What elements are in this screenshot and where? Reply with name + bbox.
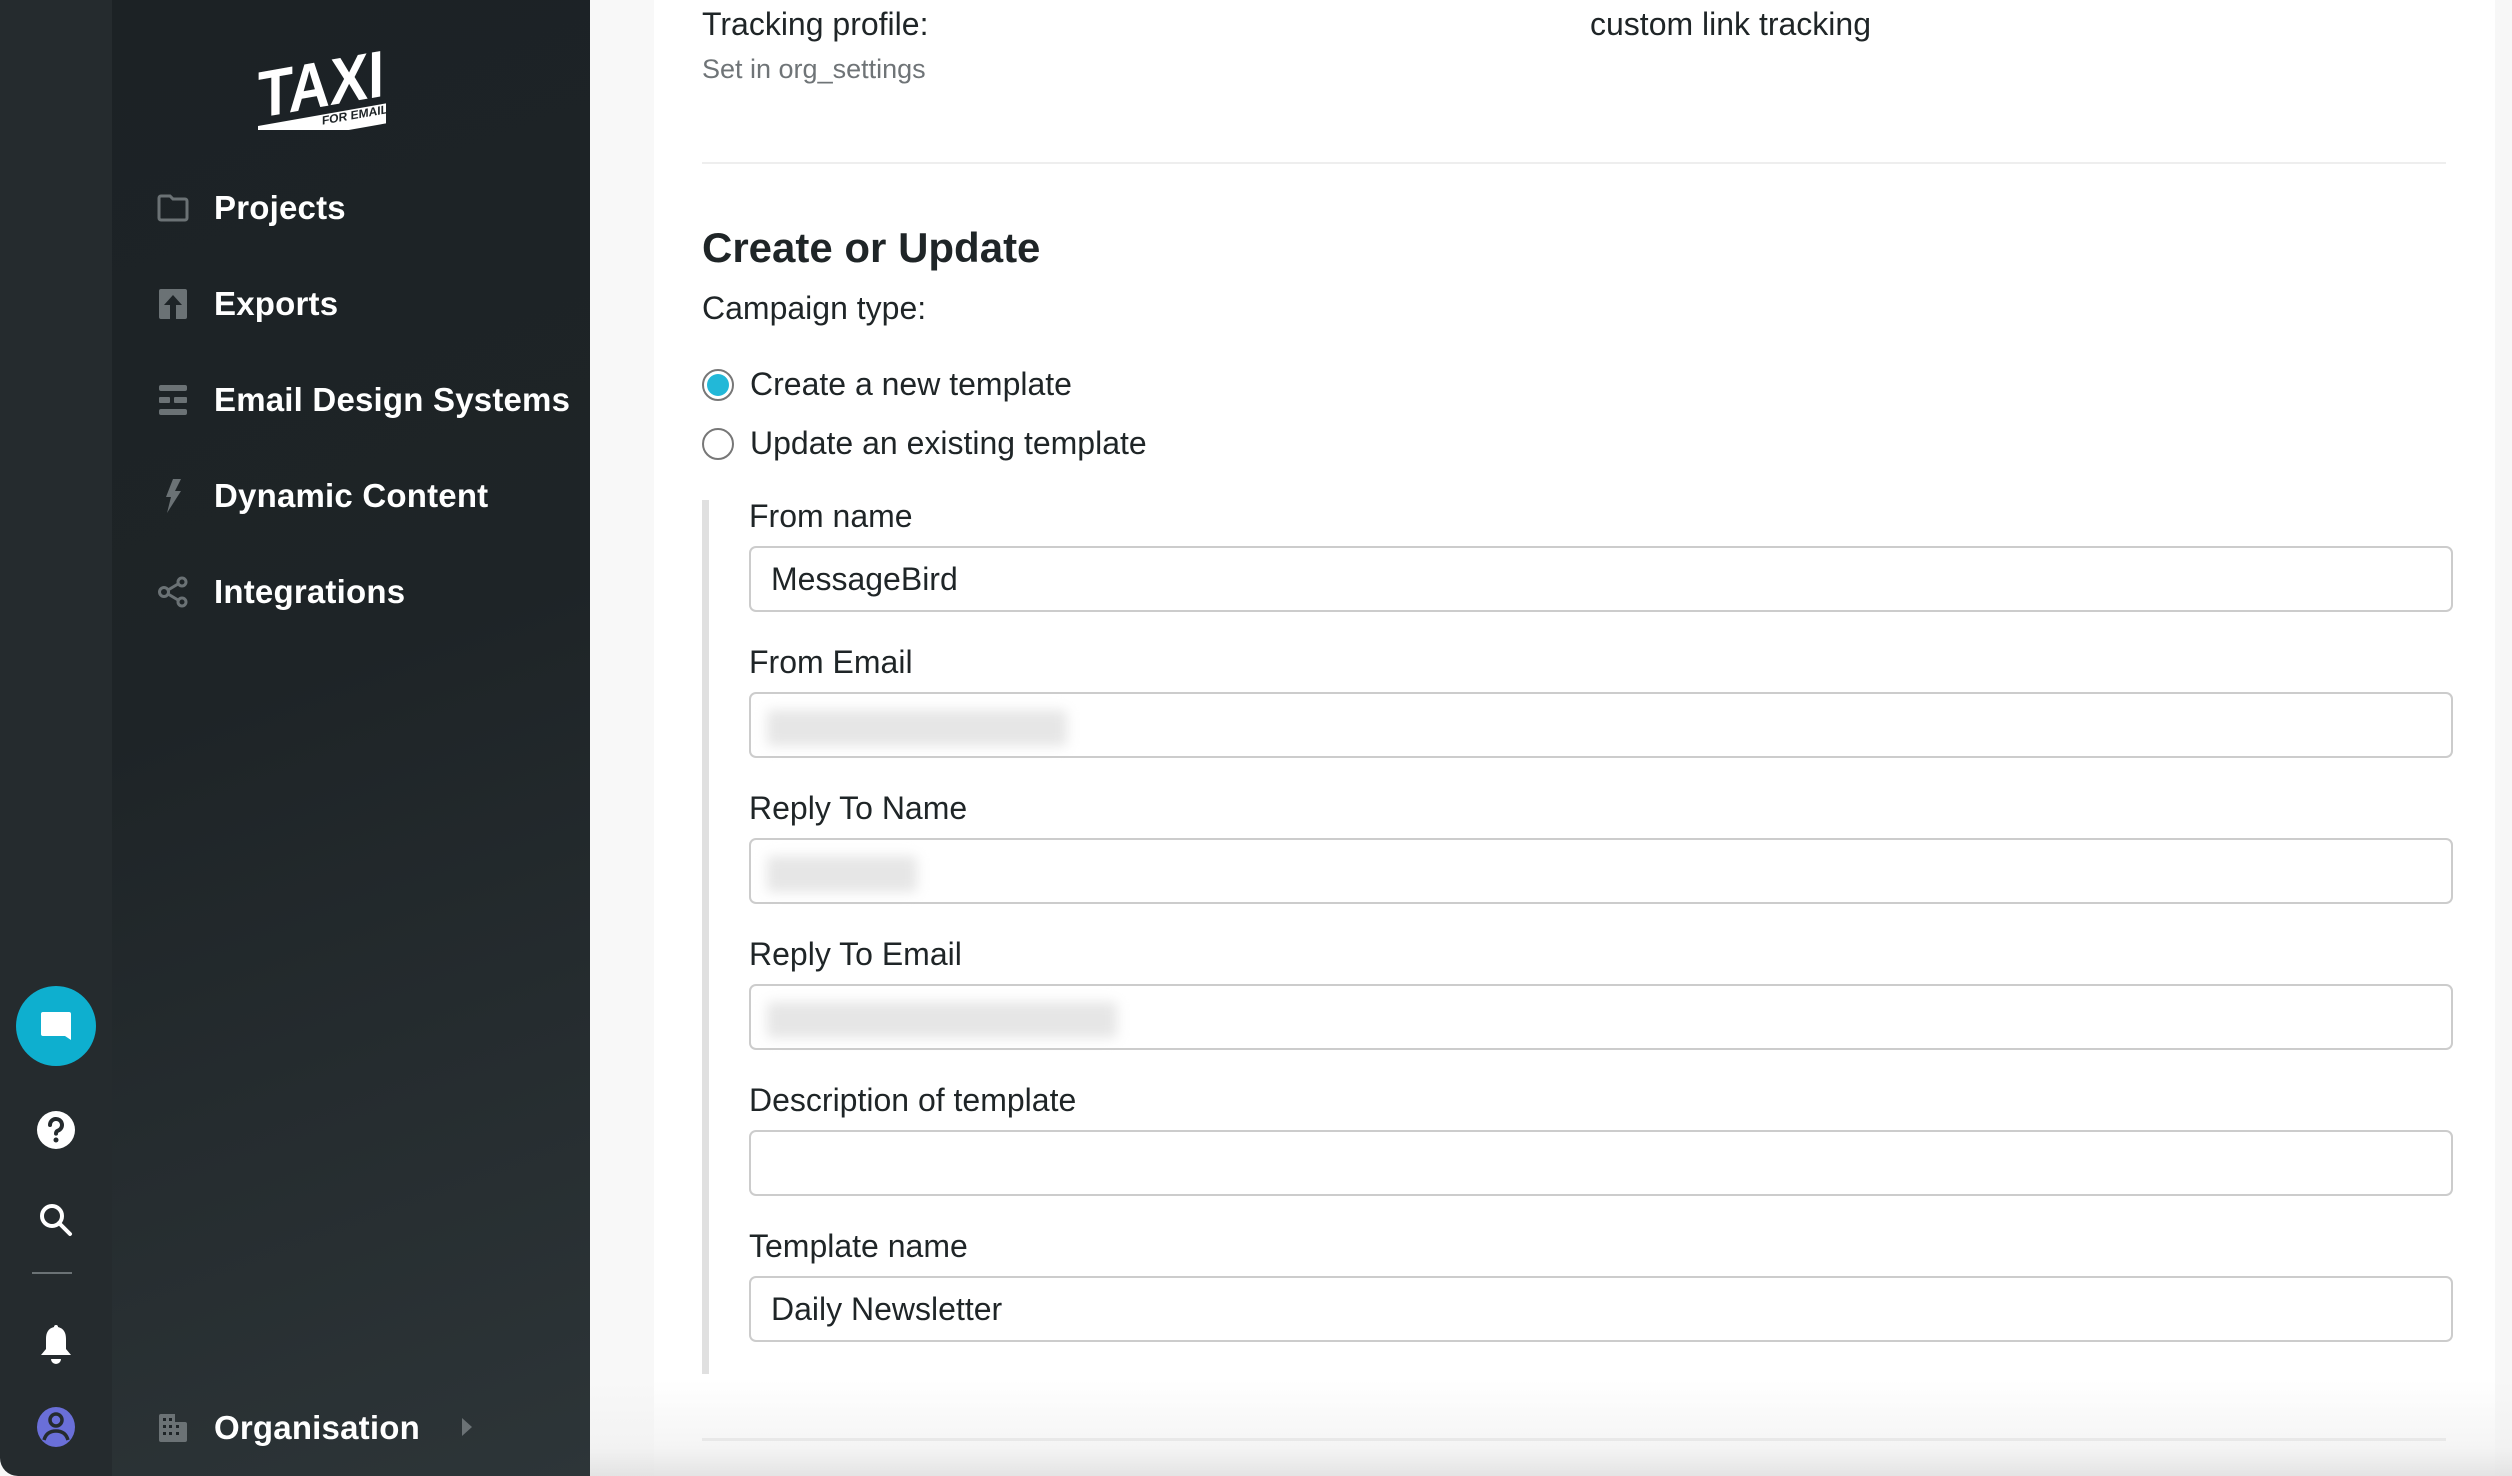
scrollbar-track[interactable] <box>2495 0 2512 1476</box>
from-name-input[interactable] <box>749 546 2453 612</box>
help-button[interactable] <box>0 1100 112 1160</box>
icon-rail <box>0 0 112 1476</box>
template-name-input[interactable] <box>749 1276 2453 1342</box>
search-button[interactable] <box>0 1190 112 1250</box>
description-input[interactable] <box>749 1130 2453 1196</box>
sidebar-item-organisation[interactable]: Organisation <box>156 1396 576 1460</box>
radio-label: Create a new template <box>750 366 1072 402</box>
sidebar-item-label: Integrations <box>214 573 406 610</box>
share-icon <box>156 575 190 609</box>
sidebar-item-label: Exports <box>214 285 339 322</box>
building-icon <box>156 1411 190 1445</box>
redacted-value <box>767 1002 1117 1038</box>
lightning-icon <box>156 479 190 513</box>
description-label: Description of template <box>749 1082 1077 1118</box>
section-divider <box>702 162 2446 164</box>
chat-icon <box>16 986 96 1066</box>
radio-button[interactable] <box>702 368 734 401</box>
sidebar: TAXI FOR EMAIL Projects Exports Email De… <box>112 0 590 1476</box>
taxi-logo[interactable]: TAXI FOR EMAIL <box>258 30 388 146</box>
sidebar-item-label: Organisation <box>214 1409 420 1446</box>
design-system-icon <box>156 383 190 417</box>
from-name-label: From name <box>749 498 913 534</box>
radio-update-existing-template[interactable]: Update an existing template <box>702 425 1147 462</box>
radio-create-new-template[interactable]: Create a new template <box>702 366 1072 403</box>
tracking-profile-label: Tracking profile: <box>702 6 929 42</box>
tracking-profile-value: custom link tracking <box>1590 6 1871 42</box>
radio-label: Update an existing template <box>750 425 1147 461</box>
campaign-type-label: Campaign type: <box>702 290 927 326</box>
sidebar-item-email-design-systems[interactable]: Email Design Systems <box>156 368 576 432</box>
sidebar-item-dynamic-content[interactable]: Dynamic Content <box>156 464 576 528</box>
redacted-value <box>767 710 1067 746</box>
bell-icon <box>41 1325 71 1364</box>
from-email-label: From Email <box>749 644 913 680</box>
user-avatar-icon <box>37 1407 75 1447</box>
sidebar-item-exports[interactable]: Exports <box>156 272 576 336</box>
user-avatar-button[interactable] <box>0 1395 112 1459</box>
reply-to-name-input[interactable] <box>749 838 2453 904</box>
sidebar-item-label: Dynamic Content <box>214 477 489 514</box>
search-icon <box>40 1204 72 1236</box>
content-gutter <box>590 0 654 1476</box>
sidebar-item-projects[interactable]: Projects <box>156 176 576 240</box>
chevron-right-icon <box>462 1418 472 1436</box>
folder-icon <box>156 191 190 225</box>
reply-to-email-label: Reply To Email <box>749 936 962 972</box>
reply-to-name-label: Reply To Name <box>749 790 968 826</box>
tracking-profile-sublabel: Set in org_settings <box>702 54 926 84</box>
template-name-label: Template name <box>749 1228 968 1264</box>
sidebar-item-label: Email Design Systems <box>214 381 571 418</box>
export-icon <box>156 287 190 321</box>
footer-divider <box>702 1438 2446 1441</box>
chat-button[interactable] <box>0 985 112 1067</box>
sidebar-item-label: Projects <box>214 189 346 226</box>
rail-divider <box>32 1272 72 1274</box>
section-title: Create or Update <box>702 224 1041 271</box>
template-fieldset: From name From Email Reply To Name Reply… <box>702 498 2453 1374</box>
notifications-button[interactable] <box>0 1310 112 1380</box>
help-icon <box>37 1111 75 1149</box>
sidebar-item-integrations[interactable]: Integrations <box>156 560 576 624</box>
redacted-value <box>767 856 917 892</box>
radio-button[interactable] <box>702 427 734 460</box>
